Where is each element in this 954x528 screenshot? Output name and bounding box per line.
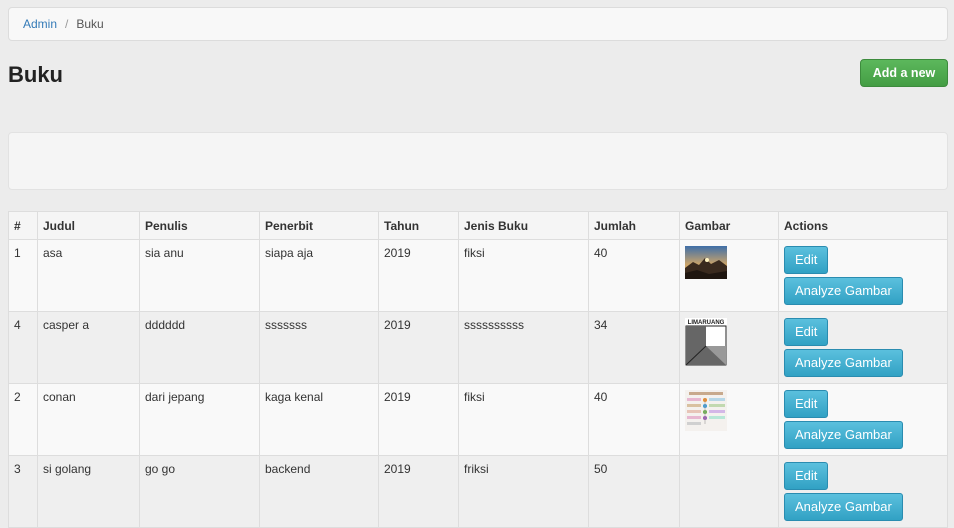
- breadcrumb-current: Buku: [76, 17, 104, 31]
- cell-jenis-buku: fiksi: [458, 383, 589, 456]
- table-row: 1 asa sia anu siapa aja 2019 fiksi 40 Ed…: [8, 239, 948, 312]
- table-header-row: # Judul Penulis Penerbit Tahun Jenis Buk…: [8, 211, 948, 240]
- cell-penerbit: kaga kenal: [259, 383, 379, 456]
- cell-number: 1: [8, 239, 38, 312]
- cell-penerbit: backend: [259, 455, 379, 528]
- limaruang-logo-thumbnail: LIMARUANG: [685, 318, 727, 366]
- header-penulis: Penulis: [139, 211, 260, 240]
- filter-panel: [8, 132, 948, 190]
- header-penerbit: Penerbit: [259, 211, 379, 240]
- cell-jumlah: 40: [588, 239, 680, 312]
- cell-penulis: dari jepang: [139, 383, 260, 456]
- breadcrumb-separator: /: [65, 17, 69, 31]
- table-row: 2 conan dari jepang kaga kenal 2019 fiks…: [8, 383, 948, 456]
- cell-gambar: [679, 455, 779, 528]
- edit-button[interactable]: Edit: [784, 246, 829, 274]
- cell-tahun: 2019: [378, 383, 459, 456]
- cell-number: 4: [8, 311, 38, 384]
- analyze-gambar-button[interactable]: Analyze Gambar: [784, 493, 903, 521]
- cell-actions: Edit Analyze Gambar: [778, 239, 948, 312]
- header-judul: Judul: [37, 211, 140, 240]
- cell-gambar: [679, 383, 779, 456]
- cell-penulis: sia anu: [139, 239, 260, 312]
- analyze-gambar-button[interactable]: Analyze Gambar: [784, 349, 903, 377]
- cell-number: 2: [8, 383, 38, 456]
- cell-gambar: [679, 239, 779, 312]
- cell-jenis-buku: ssssssssss: [458, 311, 589, 384]
- breadcrumb: Admin / Buku: [8, 7, 948, 41]
- page-title: Buku: [8, 62, 63, 87]
- cell-actions: Edit Analyze Gambar: [778, 455, 948, 528]
- header-actions: Actions: [778, 211, 948, 240]
- edit-button[interactable]: Edit: [784, 462, 829, 490]
- cell-jumlah: 34: [588, 311, 680, 384]
- table-row: 3 si golang go go backend 2019 friksi 50…: [8, 455, 948, 528]
- header-number: #: [8, 211, 38, 240]
- cell-jumlah: 50: [588, 455, 680, 528]
- edit-button[interactable]: Edit: [784, 390, 829, 418]
- cell-tahun: 2019: [378, 455, 459, 528]
- cell-jenis-buku: fiksi: [458, 239, 589, 312]
- cell-penerbit: sssssss: [259, 311, 379, 384]
- logo-text: LIMARUANG: [688, 320, 725, 326]
- add-new-button[interactable]: Add a new: [860, 59, 948, 87]
- cell-penerbit: siapa aja: [259, 239, 379, 312]
- header-jumlah: Jumlah: [588, 211, 680, 240]
- edit-button[interactable]: Edit: [784, 318, 829, 346]
- table-row: 4 casper a dddddd sssssss 2019 sssssssss…: [8, 311, 948, 384]
- cell-actions: Edit Analyze Gambar: [778, 383, 948, 456]
- breadcrumb-admin-link[interactable]: Admin: [23, 17, 57, 31]
- cell-tahun: 2019: [378, 239, 459, 312]
- cell-judul: conan: [37, 383, 140, 456]
- analyze-gambar-button[interactable]: Analyze Gambar: [784, 277, 903, 305]
- header-gambar: Gambar: [679, 211, 779, 240]
- cell-gambar: LIMARUANG: [679, 311, 779, 384]
- analyze-gambar-button[interactable]: Analyze Gambar: [784, 421, 903, 449]
- cell-penulis: dddddd: [139, 311, 260, 384]
- cell-judul: si golang: [37, 455, 140, 528]
- cell-jenis-buku: friksi: [458, 455, 589, 528]
- header-jenis-buku: Jenis Buku: [458, 211, 589, 240]
- books-table: # Judul Penulis Penerbit Tahun Jenis Buk…: [8, 211, 948, 528]
- cell-penulis: go go: [139, 455, 260, 528]
- cell-actions: Edit Analyze Gambar: [778, 311, 948, 384]
- cell-tahun: 2019: [378, 311, 459, 384]
- header-tahun: Tahun: [378, 211, 459, 240]
- cell-number: 3: [8, 455, 38, 528]
- landscape-photo-thumbnail: [685, 246, 727, 279]
- cell-judul: casper a: [37, 311, 140, 384]
- cell-jumlah: 40: [588, 383, 680, 456]
- cell-judul: asa: [37, 239, 140, 312]
- infographic-thumbnail: [685, 390, 727, 431]
